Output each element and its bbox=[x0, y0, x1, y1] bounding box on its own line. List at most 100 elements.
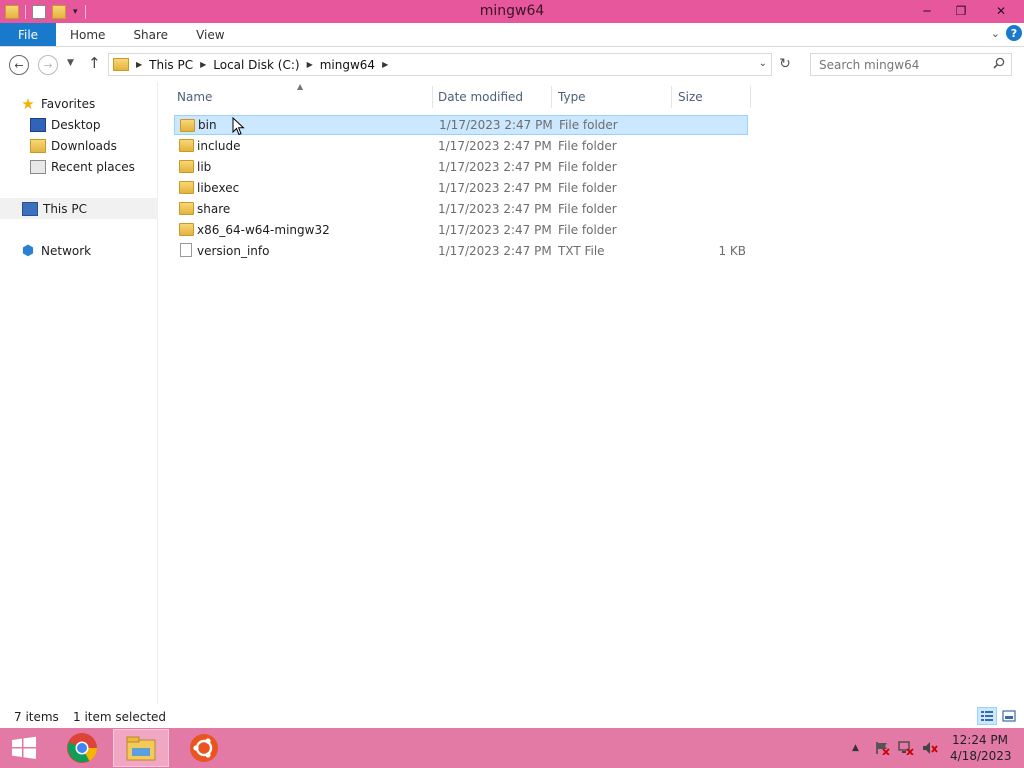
nav-label: Recent places bbox=[51, 159, 135, 174]
window-title: mingw64 bbox=[479, 3, 545, 19]
properties-icon[interactable] bbox=[32, 4, 46, 19]
folder-row[interactable]: lib 1/17/2023 2:47 PM File folder bbox=[174, 157, 748, 177]
search-input[interactable] bbox=[819, 57, 984, 72]
nav-label: Desktop bbox=[51, 117, 101, 132]
item-count: 7 items bbox=[14, 710, 59, 724]
file-name: libexec bbox=[197, 181, 240, 195]
recent-locations-chevron-icon[interactable]: ▼ bbox=[67, 58, 74, 68]
file-type: File folder bbox=[559, 118, 618, 132]
nav-label: This PC bbox=[43, 201, 87, 216]
divider bbox=[25, 4, 26, 19]
folder-row[interactable]: include 1/17/2023 2:47 PM File folder bbox=[174, 136, 748, 156]
ubuntu-icon bbox=[190, 734, 218, 762]
breadcrumb-separator-icon[interactable]: ▶ bbox=[307, 60, 313, 69]
minimize-button[interactable]: ─ bbox=[910, 0, 944, 21]
ubuntu-taskbar-button[interactable] bbox=[176, 729, 232, 767]
folder-icon bbox=[113, 58, 129, 71]
column-header-size[interactable]: Size bbox=[678, 87, 703, 107]
file-name: version_info bbox=[197, 244, 270, 258]
file-explorer-taskbar-button[interactable] bbox=[113, 729, 169, 767]
large-icons-view-icon bbox=[1002, 710, 1016, 722]
tab-view[interactable]: View bbox=[182, 23, 238, 46]
nav-network[interactable]: ⬢ Network bbox=[20, 240, 91, 261]
column-header-date-modified[interactable]: Date modified bbox=[438, 87, 523, 107]
folder-row[interactable]: bin 1/17/2023 2:47 PM File folder bbox=[174, 115, 748, 135]
nav-recent-places[interactable]: Recent places bbox=[30, 156, 135, 177]
network-status-icon[interactable] bbox=[898, 741, 914, 755]
show-hidden-icons-chevron-icon[interactable]: ▲ bbox=[852, 743, 859, 753]
file-explorer-icon bbox=[126, 736, 156, 761]
file-type: TXT File bbox=[558, 244, 605, 258]
help-icon[interactable]: ? bbox=[1006, 25, 1022, 41]
forward-button[interactable]: → bbox=[38, 55, 58, 75]
desktop-icon bbox=[30, 117, 46, 132]
expand-ribbon-chevron-icon[interactable]: ⌄ bbox=[991, 27, 1000, 40]
column-header-name[interactable]: Name bbox=[177, 87, 212, 107]
quick-access-toolbar: ▾ bbox=[0, 0, 89, 23]
address-dropdown-chevron-icon[interactable]: ⌄ bbox=[759, 58, 767, 69]
file-date-modified: 1/17/2023 2:47 PM bbox=[438, 202, 552, 216]
breadcrumb-mingw64[interactable]: mingw64 bbox=[320, 58, 375, 72]
title-bar: ▾ mingw64 ─ ❐ ✕ bbox=[0, 0, 1024, 23]
folder-row[interactable]: x86_64-w64-mingw32 1/17/2023 2:47 PM File … bbox=[174, 220, 748, 240]
folder-row[interactable]: share 1/17/2023 2:47 PM File folder bbox=[174, 199, 748, 219]
file-date-modified: 1/17/2023 2:47 PM bbox=[439, 118, 553, 132]
column-divider[interactable] bbox=[432, 86, 433, 108]
nav-downloads[interactable]: Downloads bbox=[30, 135, 117, 156]
breadcrumb-separator-icon[interactable]: ▶ bbox=[382, 60, 388, 69]
column-divider[interactable] bbox=[750, 86, 751, 108]
file-date-modified: 1/17/2023 2:47 PM bbox=[438, 160, 552, 174]
breadcrumb-this-pc[interactable]: This PC bbox=[149, 58, 193, 72]
windows-start-icon[interactable] bbox=[10, 736, 38, 760]
address-bar[interactable]: ▶ This PC ▶ Local Disk (C:) ▶ mingw64 ▶ … bbox=[108, 53, 772, 76]
file-name: x86_64-w64-mingw32 bbox=[197, 223, 330, 237]
chrome-icon bbox=[67, 733, 97, 763]
file-type: File folder bbox=[558, 223, 617, 237]
recent-places-icon bbox=[30, 159, 46, 174]
folder-icon[interactable] bbox=[5, 4, 19, 19]
column-header-type[interactable]: Type bbox=[558, 87, 586, 107]
volume-muted-icon[interactable] bbox=[922, 741, 938, 755]
nav-label: Downloads bbox=[51, 138, 117, 153]
file-size: 1 KB bbox=[718, 244, 746, 258]
column-divider[interactable] bbox=[671, 86, 672, 108]
restore-button[interactable]: ❐ bbox=[944, 0, 978, 21]
star-icon: ★ bbox=[21, 94, 35, 113]
file-date-modified: 1/17/2023 2:47 PM bbox=[438, 139, 552, 153]
tab-file[interactable]: File bbox=[0, 23, 56, 46]
tab-home[interactable]: Home bbox=[56, 23, 119, 46]
nav-label: Favorites bbox=[41, 96, 96, 111]
search-icon[interactable] bbox=[993, 57, 1005, 69]
clock-date[interactable]: 4/18/2023 bbox=[950, 749, 1012, 763]
taskbar: ▲ 12:24 PM 4/18/2023 bbox=[0, 728, 1024, 768]
file-date-modified: 1/17/2023 2:47 PM bbox=[438, 244, 552, 258]
details-view-button[interactable] bbox=[977, 707, 997, 725]
clock-time[interactable]: 12:24 PM bbox=[950, 733, 1010, 747]
new-folder-icon[interactable] bbox=[52, 4, 66, 19]
breadcrumb-local-disk[interactable]: Local Disk (C:) bbox=[213, 58, 299, 72]
back-button[interactable]: ← bbox=[9, 55, 29, 75]
search-box[interactable] bbox=[810, 53, 1012, 76]
nav-desktop[interactable]: Desktop bbox=[30, 114, 101, 135]
chrome-taskbar-button[interactable] bbox=[54, 729, 110, 767]
breadcrumb-separator-icon[interactable]: ▶ bbox=[200, 60, 206, 69]
details-view-icon bbox=[981, 711, 993, 721]
large-icons-view-button[interactable] bbox=[999, 707, 1019, 725]
tab-share[interactable]: Share bbox=[119, 23, 182, 46]
customize-toolbar-arrow-icon[interactable]: ▾ bbox=[73, 7, 78, 17]
downloads-icon bbox=[30, 138, 46, 153]
folder-row[interactable]: libexec 1/17/2023 2:47 PM File folder bbox=[174, 178, 748, 198]
breadcrumb-separator-icon[interactable]: ▶ bbox=[136, 60, 142, 69]
window-controls: ─ ❐ ✕ bbox=[910, 0, 1024, 21]
folder-icon bbox=[179, 202, 194, 215]
divider bbox=[84, 4, 86, 19]
up-button[interactable]: ↑ bbox=[88, 54, 101, 72]
close-button[interactable]: ✕ bbox=[978, 0, 1024, 21]
nav-favorites[interactable]: ★ Favorites bbox=[20, 93, 95, 114]
nav-this-pc[interactable]: This PC bbox=[0, 198, 158, 219]
file-type: File folder bbox=[558, 139, 617, 153]
column-divider[interactable] bbox=[551, 86, 552, 108]
action-center-flag-icon[interactable] bbox=[874, 741, 890, 755]
file-row[interactable]: version_info 1/17/2023 2:47 PM TXT File 1 K… bbox=[174, 241, 748, 261]
refresh-button[interactable]: ↻ bbox=[775, 56, 795, 74]
